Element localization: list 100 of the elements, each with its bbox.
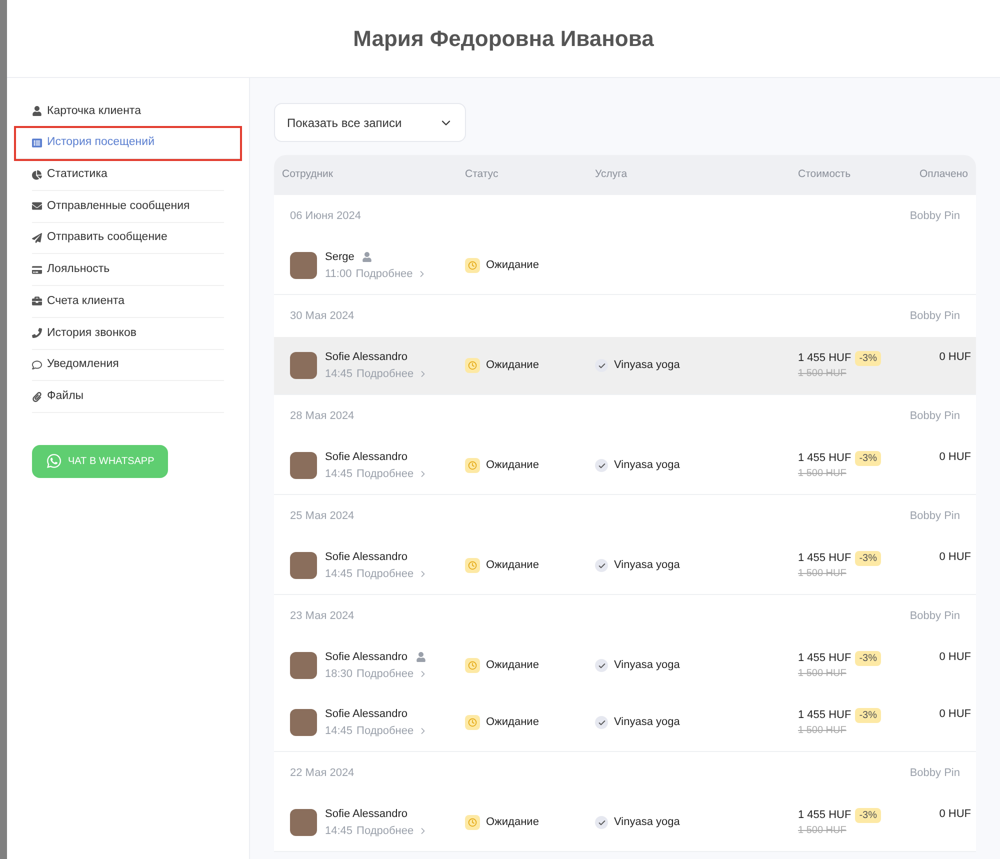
briefcase-icon: [32, 296, 42, 306]
master-name: Bobby Pin: [910, 608, 960, 624]
paid-amount: 0 HUF: [939, 807, 971, 822]
visit-time: 14:45: [325, 466, 353, 482]
visit-time: 11:00: [325, 266, 352, 282]
sidebar-item[interactable]: Отправленные сообщения: [32, 191, 224, 223]
check-icon: [595, 659, 608, 672]
clock-icon: [465, 715, 480, 730]
employee-name: Sofie Alessandro: [325, 707, 408, 722]
clock-icon: [465, 358, 480, 373]
photo-placeholder: [290, 652, 317, 679]
clock-icon: [465, 815, 480, 830]
visit-time: 14:45: [325, 724, 353, 738]
employee-name: Sofie Alessandro: [325, 650, 408, 665]
photo-placeholder: [290, 552, 317, 579]
photo-placeholder: [290, 809, 317, 836]
old-price: 1 500 HUF: [798, 467, 846, 482]
service-name: Vinyasa yoga: [614, 558, 680, 574]
clock-icon: [465, 258, 480, 273]
group-date: 28 Мая 2024: [290, 408, 354, 424]
sidebar-item[interactable]: Статистика: [32, 159, 224, 192]
master-name: Bobby Pin: [910, 766, 960, 781]
list-icon: [32, 138, 42, 148]
visit-time: 14:45: [325, 566, 353, 582]
check-icon: [595, 559, 608, 572]
page-title: Мария Федоровна Иванова: [353, 25, 654, 53]
status-text: Ожидание: [486, 258, 539, 274]
credit-card-icon: [32, 264, 42, 275]
old-price: 1 500 HUF: [798, 824, 846, 838]
group-date: 06 Июня 2024: [290, 208, 362, 224]
employee-name: Sofie Alessandro: [325, 807, 408, 822]
paper-plane-icon: [32, 233, 42, 244]
employee-name: Sofie Alessandro: [325, 450, 408, 465]
service-name: Vinyasa yoga: [614, 458, 680, 474]
price: 1 455 HUF: [798, 350, 852, 366]
service-name: Vinyasa yoga: [614, 658, 680, 674]
discount-badge: -3%: [855, 450, 881, 466]
status-text: Ожидание: [486, 558, 539, 574]
user-icon: [32, 106, 42, 116]
discount-badge: -3%: [855, 808, 881, 822]
status-text: Ожидание: [486, 658, 539, 674]
status-text: Ожидание: [486, 715, 539, 730]
visit-row[interactable]: Sofie Alessandro 14:45 Подробнее Ожидание Vinyasa yoga 1 455 HUF -3% 1 500 HUF 0 HUF: [274, 337, 976, 394]
discount-badge: -3%: [855, 708, 881, 722]
price: 1 455 HUF: [798, 550, 852, 566]
master-name: Bobby Pin: [910, 408, 960, 424]
sidebar-item[interactable]: Счета клиента: [32, 286, 224, 318]
paperclip-icon: [32, 392, 42, 402]
column-header: Статус: [465, 167, 500, 182]
column-header: Оплачено: [918, 167, 968, 182]
employee-name: Sofie Alessandro: [325, 350, 408, 365]
paid-amount: 0 HUF: [939, 450, 971, 465]
price: 1 455 HUF: [798, 450, 852, 466]
old-price: 1 500 HUF: [798, 367, 846, 382]
discount-badge: -3%: [855, 550, 881, 566]
visit-time: 14:45: [325, 824, 353, 838]
check-icon: [595, 359, 608, 372]
paid-amount: 0 HUF: [939, 550, 971, 565]
service-name: Vinyasa yoga: [614, 358, 680, 374]
whatsapp-icon: [46, 453, 62, 470]
old-price: 1 500 HUF: [798, 667, 846, 682]
sidebar-item[interactable]: Отправить сообщение: [32, 222, 224, 254]
photo-placeholder: [290, 352, 317, 379]
price: 1 455 HUF: [798, 808, 852, 823]
sidebar-item[interactable]: Лояльность: [32, 254, 224, 286]
discount-badge: -3%: [855, 350, 881, 366]
sidebar-item[interactable]: Файлы: [32, 381, 224, 413]
filter-dropdown[interactable]: Показать все записи: [274, 103, 466, 142]
sidebar-item[interactable]: История звонков: [32, 318, 224, 350]
photo-placeholder: [290, 709, 317, 736]
group-date: 30 Мая 2024: [290, 308, 354, 324]
sidebar-item[interactable]: Уведомления: [32, 350, 224, 382]
check-icon: [595, 716, 608, 729]
status-text: Ожидание: [486, 358, 539, 374]
visit-time: 18:30: [325, 666, 353, 682]
group-date: 22 Мая 2024: [290, 766, 354, 781]
group-date: 23 Мая 2024: [290, 608, 354, 624]
column-header: Услуга: [595, 167, 628, 182]
sidebar-item[interactable]: Карточка клиента: [32, 96, 224, 128]
service-name: Vinyasa yoga: [614, 715, 680, 730]
discount-badge: -3%: [855, 650, 881, 666]
sidebar-item[interactable]: История посещений: [16, 128, 240, 160]
employee-name: Serge: [325, 250, 354, 265]
master-name: Bobby Pin: [910, 508, 960, 524]
status-text: Ожидание: [486, 458, 539, 474]
group-date: 25 Мая 2024: [290, 508, 354, 524]
status-text: Ожидание: [486, 815, 539, 830]
paid-amount: 0 HUF: [939, 350, 971, 365]
price: 1 455 HUF: [798, 708, 852, 723]
photo-placeholder: [290, 452, 317, 479]
check-icon: [595, 816, 608, 829]
phone-icon: [32, 328, 42, 338]
clock-icon: [465, 558, 480, 573]
old-price: 1 500 HUF: [798, 724, 846, 738]
photo-placeholder: [290, 252, 317, 279]
paid-amount: 0 HUF: [939, 707, 971, 722]
old-price: 1 500 HUF: [798, 567, 846, 582]
visit-time: 14:45: [325, 366, 353, 382]
pie-chart-icon: [32, 170, 42, 180]
check-icon: [595, 459, 608, 472]
